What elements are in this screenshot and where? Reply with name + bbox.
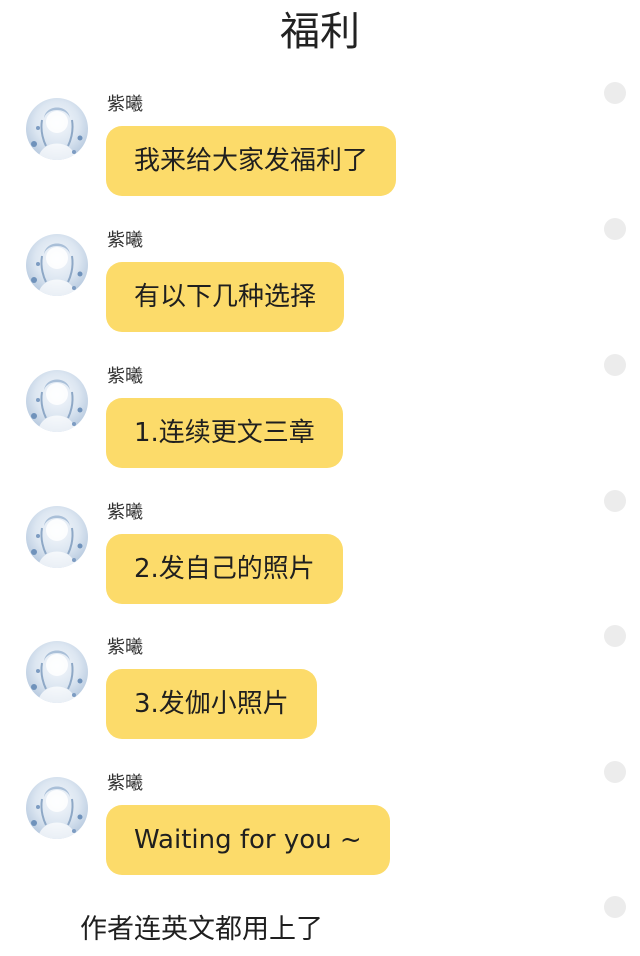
status-dot-icon xyxy=(604,761,626,783)
message-bubble[interactable]: 有以下几种选择 xyxy=(106,262,345,332)
status-dot-icon xyxy=(604,490,626,512)
sender-name: 紫曦 xyxy=(107,502,143,523)
chat-message: 紫曦 我来给大家发福利了 xyxy=(0,82,640,218)
avatar-figure-icon xyxy=(31,107,83,160)
message-bubble[interactable]: Waiting for you ~ xyxy=(106,805,390,875)
avatar[interactable] xyxy=(26,370,88,432)
avatar[interactable] xyxy=(26,234,88,296)
page-title: 福利 xyxy=(280,9,360,55)
avatar[interactable] xyxy=(26,641,88,703)
avatar-figure-icon xyxy=(31,786,83,839)
avatar-figure-icon xyxy=(31,515,83,568)
sender-name: 紫曦 xyxy=(107,637,143,658)
status-dot-icon xyxy=(604,82,626,104)
message-bubble[interactable]: 1.连续更文三章 xyxy=(106,398,343,468)
avatar-figure-icon xyxy=(31,243,83,296)
avatar-figure-icon xyxy=(31,650,83,703)
status-dot-icon xyxy=(604,354,626,376)
status-dot-icon xyxy=(604,896,626,918)
avatar[interactable] xyxy=(26,777,88,839)
avatar[interactable] xyxy=(26,506,88,568)
message-bubble[interactable]: 2.发自己的照片 xyxy=(106,534,343,604)
status-dot-icon xyxy=(604,625,626,647)
chat-message: 紫曦 有以下几种选择 xyxy=(0,218,640,354)
avatar[interactable] xyxy=(26,98,88,160)
chat-message: 紫曦 3.发伽小照片 xyxy=(0,625,640,761)
avatar-figure-icon xyxy=(31,379,83,432)
sender-name: 紫曦 xyxy=(107,94,143,115)
caption-text: 作者连英文都用上了 xyxy=(80,914,323,945)
chat-message: 紫曦 1.连续更文三章 xyxy=(0,354,640,490)
status-dot-icon xyxy=(604,218,626,240)
sender-name: 紫曦 xyxy=(107,230,143,251)
message-bubble[interactable]: 3.发伽小照片 xyxy=(106,669,317,739)
message-bubble[interactable]: 我来给大家发福利了 xyxy=(106,126,397,196)
chat-message: 紫曦 2.发自己的照片 xyxy=(0,490,640,626)
sender-name: 紫曦 xyxy=(107,773,143,794)
sender-name: 紫曦 xyxy=(107,366,143,387)
chat-message: 紫曦 Waiting for you ~ xyxy=(0,761,640,897)
